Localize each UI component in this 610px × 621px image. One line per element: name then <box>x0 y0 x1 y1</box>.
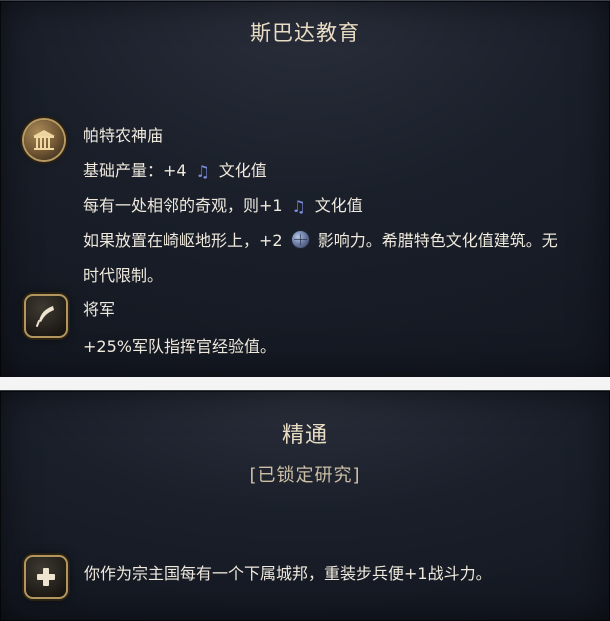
wonder-name: 帕特农神庙 <box>83 126 164 145</box>
rough-terrain-suffix: 影响力。希腊特色文化值建筑。无 <box>317 231 558 250</box>
globe-icon <box>290 230 310 249</box>
rough-terrain-line: 如果放置在崎岖地形上，+2 影响力。希腊特色文化值建筑。无 <box>83 230 558 252</box>
base-output-line: 基础产量：+4 ♫ 文化值 <box>83 160 267 182</box>
music-note-icon: ♫ <box>195 162 210 181</box>
tooltip-top-card: 斯巴达教育 帕特农神庙 基础产量：+4 ♫ 文化值 每有一处相邻的奇观，则+1 … <box>0 0 610 378</box>
quill-icon <box>24 294 68 338</box>
plus-icon <box>24 555 68 599</box>
card-title: 精通 <box>281 423 328 448</box>
card-title: 斯巴达教育 <box>250 21 360 45</box>
mastery-effect: 你作为宗主国每有一个下属城邦，重装步兵便+1战斗力。 <box>84 564 492 583</box>
adjacent-bonus-suffix: 文化值 <box>314 196 363 215</box>
rough-terrain-prefix: 如果放置在崎岖地形上，+2 <box>83 231 283 250</box>
base-output-suffix: 文化值 <box>218 161 267 180</box>
adjacent-bonus-line: 每有一处相邻的奇观，则+1 ♫ 文化值 <box>83 195 363 217</box>
temple-icon <box>24 120 64 160</box>
music-note-icon: ♫ <box>291 197 306 216</box>
temple-icon-svg <box>33 130 55 150</box>
general-title: 将军 <box>83 300 116 319</box>
panel-divider <box>0 377 610 390</box>
base-output-prefix: 基础产量：+4 <box>83 161 187 180</box>
rough-terrain-continuation: 时代限制。 <box>83 266 164 285</box>
general-effect: +25%军队指挥官经验值。 <box>83 337 276 356</box>
adjacent-bonus-prefix: 每有一处相邻的奇观，则+1 <box>83 196 283 215</box>
quill-icon-svg <box>36 306 54 327</box>
plus-icon-svg <box>37 568 55 586</box>
locked-research-label: [已锁定研究] <box>249 465 361 486</box>
tooltip-bottom-card: 精通 [已锁定研究] 你作为宗主国每有一个下属城邦，重装步兵便+1战斗力。 <box>0 390 610 621</box>
